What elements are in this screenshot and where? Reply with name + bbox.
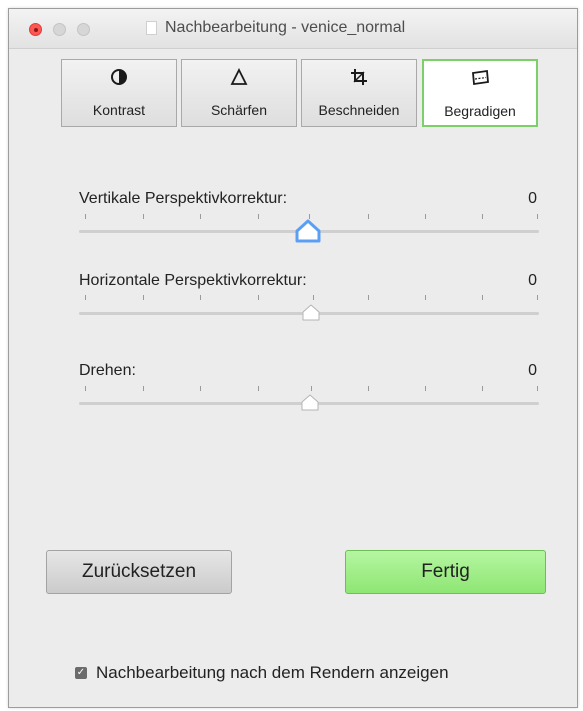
vertical-perspective-slider-knob[interactable]	[295, 219, 321, 245]
tick	[200, 295, 201, 300]
straighten-icon	[424, 69, 536, 89]
tick	[425, 386, 426, 391]
horizontal-perspective-label: Horizontale Perspektivkorrektur:	[79, 272, 307, 289]
tick	[258, 386, 259, 391]
tab-begradigen[interactable]: Begradigen	[422, 59, 538, 127]
horizontal-perspective-slider-knob[interactable]	[301, 303, 321, 323]
tab-label: Beschneiden	[318, 102, 400, 118]
tab-beschneiden[interactable]: Beschneiden	[301, 59, 417, 127]
window-title: Nachbearbeitung - venice_normal	[165, 19, 406, 36]
tick	[200, 386, 201, 391]
tick	[313, 295, 314, 300]
vertical-perspective-value: 0	[528, 190, 537, 207]
tick	[482, 214, 483, 219]
tick	[258, 214, 259, 219]
tick	[200, 214, 201, 219]
tick	[368, 386, 369, 391]
sharpen-triangle-icon	[182, 67, 296, 88]
tick	[368, 214, 369, 219]
post-processing-window: Nachbearbeitung - venice_normal Kontrast…	[8, 8, 578, 708]
rotate-label: Drehen:	[79, 362, 136, 379]
done-button[interactable]: Fertig	[345, 550, 546, 594]
tick	[258, 295, 259, 300]
tab-label: Begradigen	[444, 103, 516, 119]
tick	[482, 295, 483, 300]
tick	[482, 386, 483, 391]
tick	[85, 295, 86, 300]
tick	[537, 214, 538, 219]
tab-schaerfen[interactable]: Schärfen	[181, 59, 297, 127]
tick	[85, 214, 86, 219]
tick	[425, 214, 426, 219]
show-after-render-label[interactable]: Nachbearbeitung nach dem Rendern anzeige…	[96, 663, 449, 683]
reset-button[interactable]: Zurücksetzen	[46, 550, 232, 594]
contrast-icon	[62, 68, 176, 88]
show-after-render-checkbox[interactable]: ✓	[75, 667, 87, 679]
rotate-value: 0	[528, 362, 537, 379]
tick	[143, 214, 144, 219]
tab-label: Kontrast	[92, 102, 146, 118]
tab-kontrast[interactable]: Kontrast	[61, 59, 177, 127]
tick	[143, 295, 144, 300]
tab-label: Schärfen	[210, 102, 268, 118]
rotate-slider-knob[interactable]	[300, 393, 320, 413]
crop-icon	[302, 68, 416, 88]
minimize-button[interactable]	[53, 23, 66, 36]
tick	[85, 386, 86, 391]
show-after-render-option[interactable]: ✓ Nachbearbeitung nach dem Rendern anzei…	[75, 663, 449, 683]
tick	[368, 295, 369, 300]
tick	[143, 386, 144, 391]
tick	[425, 295, 426, 300]
vertical-perspective-label: Vertikale Perspektivkorrektur:	[79, 190, 288, 207]
zoom-button[interactable]	[77, 23, 90, 36]
tick	[311, 386, 312, 391]
tick	[537, 295, 538, 300]
horizontal-perspective-value: 0	[528, 272, 537, 289]
document-icon	[146, 21, 157, 35]
tick	[537, 386, 538, 391]
close-button[interactable]	[29, 23, 42, 36]
title-bar[interactable]: Nachbearbeitung - venice_normal	[9, 9, 577, 49]
